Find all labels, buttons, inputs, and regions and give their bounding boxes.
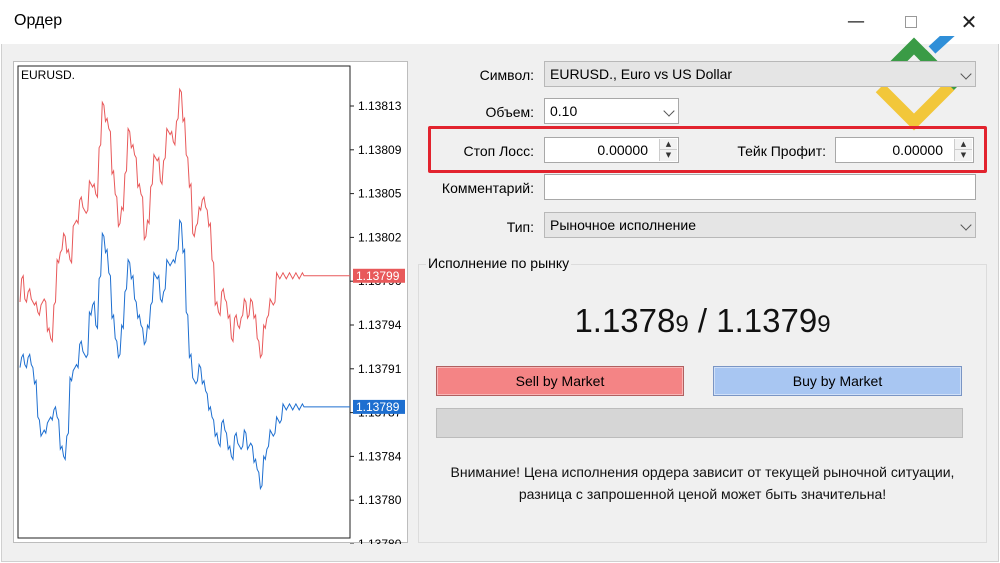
maximize-button[interactable] [888,6,934,38]
bid-price-small: 9 [675,311,689,338]
symbol-select[interactable]: EURUSD., Euro vs US Dollar [544,61,976,87]
execution-progress-bar [436,408,963,438]
type-label: Тип: [506,219,534,235]
quote-display: 1.13789 / 1.13799 [420,302,985,340]
price-chart-svg: 1.138131.138091.138051.138021.137961.137… [17,65,405,544]
price-tag-label-bid: 1.13789 [356,400,400,414]
bid-price: 1.1378 [574,302,676,339]
y-tick-label: 1.13791 [358,362,402,376]
warning-line-1: Внимание! Цена исполнения ордера зависит… [450,464,955,480]
stoploss-takeprofit-highlight [428,126,987,173]
y-tick-label: 1.13809 [358,143,402,157]
ask-price: 1.1379 [716,302,818,339]
warning-text: Внимание! Цена исполнения ордера зависит… [420,461,985,505]
series-line-ask [19,87,350,360]
volume-value: 0.10 [550,103,578,119]
maximize-icon [905,16,917,28]
series-line-bid [19,218,350,491]
y-tick-label: 1.13805 [358,187,402,201]
price-tag-label-ask: 1.13799 [356,269,400,283]
warning-line-2: разница с запрошенной ценой может быть з… [518,486,887,502]
y-tick-label: 1.13780 [358,493,402,507]
close-button[interactable]: ✕ [946,6,992,38]
plot-frame [17,65,351,539]
symbol-label: Символ: [479,67,534,83]
ask-price-small: 9 [817,311,831,338]
price-chart: 1.138131.138091.138051.138021.137961.137… [13,61,408,544]
sell-by-market-button[interactable]: Sell by Market [436,366,684,396]
y-tick-label: 1.13780 [358,537,402,544]
order-type-value: Рыночное исполнение [550,217,697,233]
y-tick-label: 1.13802 [358,230,402,244]
market-execution-title: Исполнение по рынку [426,255,572,271]
comment-label: Комментарий: [441,180,534,196]
volume-select[interactable]: 0.10 [544,98,679,124]
comment-input[interactable] [544,174,976,200]
chevron-down-icon [960,68,972,80]
volume-label: Объем: [485,104,535,120]
title-bar: Ордер — ✕ [0,0,1000,44]
window-title: Ордер [14,12,63,29]
chart-symbol-label: EURUSD. [21,68,76,82]
buy-by-market-button[interactable]: Buy by Market [713,366,962,396]
quote-separator: / [688,302,717,339]
y-tick-label: 1.13784 [358,449,402,463]
y-tick-label: 1.13794 [358,318,402,332]
y-tick-label: 1.13813 [358,99,402,113]
order-type-select[interactable]: Рыночное исполнение [544,212,976,238]
symbol-value: EURUSD., Euro vs US Dollar [550,66,733,82]
chevron-down-icon [960,219,972,231]
chevron-down-icon [663,105,675,117]
minimize-button[interactable]: — [833,6,879,38]
